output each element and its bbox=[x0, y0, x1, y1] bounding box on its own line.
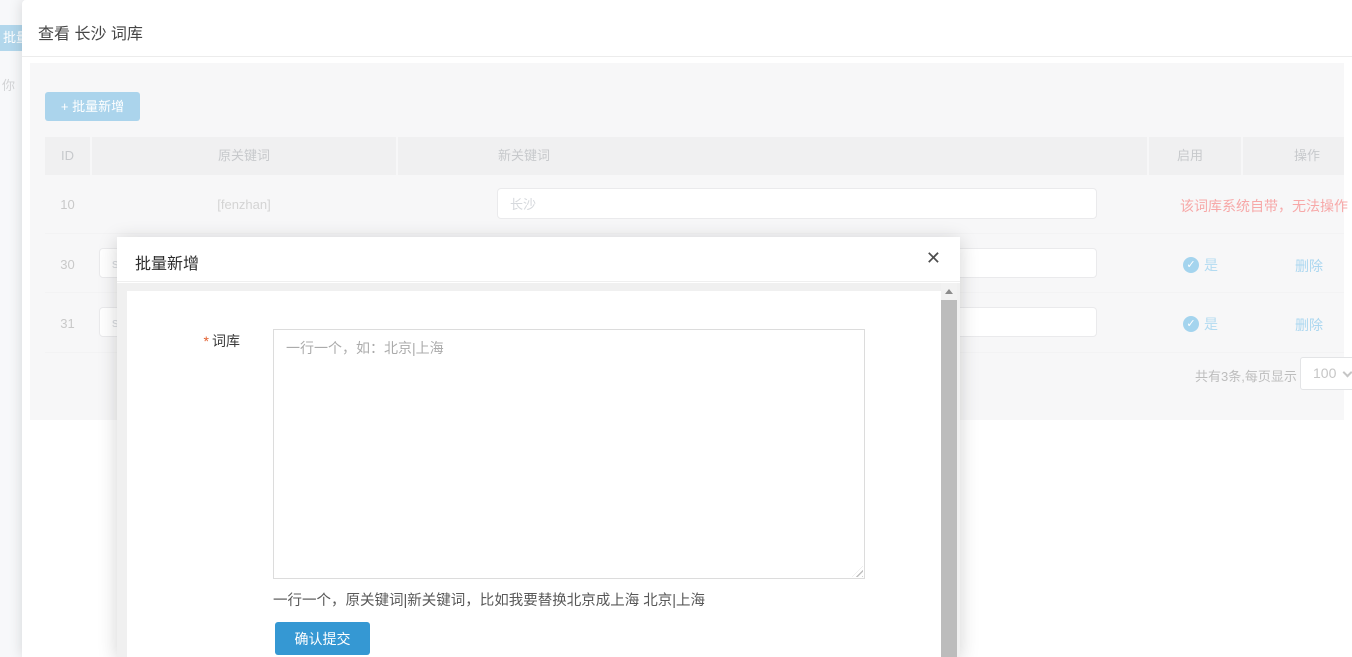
close-icon[interactable]: ✕ bbox=[926, 246, 941, 272]
row-id: 30 bbox=[45, 257, 90, 272]
pagination-summary: 共有3条,每页显示 bbox=[1195, 366, 1297, 385]
original-keyword-text: [fenzhan] bbox=[92, 197, 396, 212]
column-header-new-keyword: 新关键词 bbox=[498, 137, 618, 175]
modal-scrollbar[interactable] bbox=[941, 283, 957, 657]
delete-link[interactable]: 删除 bbox=[1295, 315, 1323, 335]
check-circle-icon bbox=[1183, 316, 1199, 332]
batch-add-button[interactable]: + 批量新增 bbox=[45, 92, 140, 121]
batch-add-modal: 批量新增 ✕ *词库 一行一个，原关键词|新关键词，比如我要替换北京成上海 北京… bbox=[117, 237, 960, 657]
scrollbar-thumb[interactable] bbox=[941, 300, 957, 657]
thesaurus-textarea[interactable] bbox=[273, 329, 865, 579]
column-header-id: ID bbox=[45, 137, 90, 175]
row-divider bbox=[45, 233, 1344, 234]
table-header-divider bbox=[1241, 137, 1243, 175]
form-label-thesaurus: *词库 bbox=[127, 331, 273, 351]
chevron-down-icon bbox=[1343, 368, 1352, 378]
enabled-cell: 是 bbox=[1183, 314, 1218, 334]
enabled-cell: 是 bbox=[1183, 255, 1218, 275]
row-id: 10 bbox=[45, 197, 90, 212]
modal-header: 批量新增 ✕ bbox=[117, 237, 960, 282]
backdrop-page-sliver: 批量 你 bbox=[0, 0, 24, 657]
page-size-select[interactable]: 100 bbox=[1300, 357, 1352, 390]
required-asterisk: * bbox=[204, 333, 209, 349]
column-header-action: 操作 bbox=[1267, 137, 1347, 175]
form-hint: 一行一个，原关键词|新关键词，比如我要替换北京成上海 北京|上海 bbox=[273, 589, 705, 610]
delete-link[interactable]: 删除 bbox=[1295, 256, 1323, 276]
check-circle-icon bbox=[1183, 257, 1199, 273]
table-header-divider bbox=[396, 137, 398, 175]
modal-title: 批量新增 bbox=[135, 250, 199, 274]
sidebar-item-secondary[interactable]: 你 bbox=[0, 76, 24, 96]
app-viewport: 批量 你 查看 长沙 词库 + 批量新增 ID 原关键词 新关键词 启用 操作 … bbox=[0, 0, 1352, 657]
modal-body: *词库 一行一个，原关键词|新关键词，比如我要替换北京成上海 北京|上海 确认提… bbox=[117, 283, 960, 657]
panel-header: 查看 长沙 词库 bbox=[22, 0, 1352, 57]
modal-form-panel: *词库 一行一个，原关键词|新关键词，比如我要替换北京成上海 北京|上海 确认提… bbox=[127, 291, 941, 657]
scroll-up-arrow-icon bbox=[945, 289, 953, 294]
thesaurus-textarea-wrap bbox=[273, 329, 865, 579]
column-header-original-keyword: 原关键词 bbox=[92, 137, 396, 175]
system-builtin-note: 该词库系统自带，无法操作 bbox=[1180, 196, 1348, 216]
column-header-enabled: 启用 bbox=[1149, 137, 1231, 175]
enabled-label: 是 bbox=[1204, 314, 1218, 334]
scroll-up-button[interactable] bbox=[941, 283, 957, 300]
enabled-label: 是 bbox=[1204, 255, 1218, 275]
sidebar-item-batch[interactable]: 批量 bbox=[0, 25, 24, 51]
confirm-submit-button[interactable]: 确认提交 bbox=[275, 622, 370, 655]
row-id: 31 bbox=[45, 316, 90, 331]
page-size-value: 100 bbox=[1313, 365, 1336, 381]
new-keyword-input[interactable] bbox=[497, 188, 1097, 219]
form-label-text: 词库 bbox=[212, 333, 240, 349]
page-title: 查看 长沙 词库 bbox=[38, 20, 143, 44]
